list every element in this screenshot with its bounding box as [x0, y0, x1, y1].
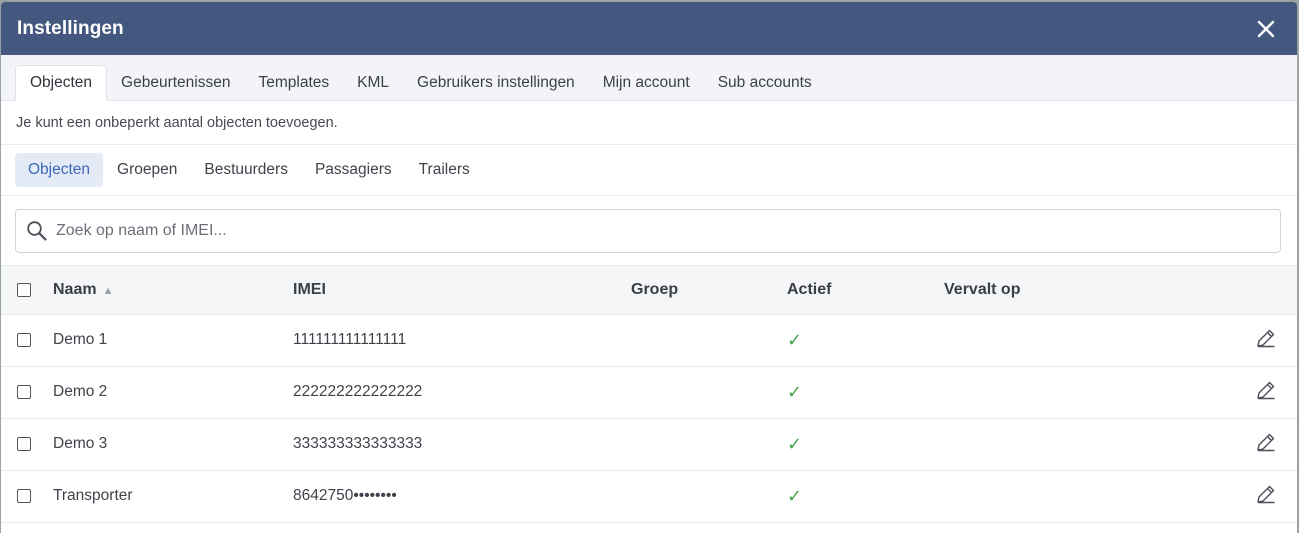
tab-gebeurtenissen[interactable]: Gebeurtenissen: [107, 65, 244, 100]
search-area: [1, 196, 1297, 266]
cell-groep: [631, 418, 787, 471]
subtab-groepen[interactable]: Groepen: [104, 153, 190, 187]
edit-button[interactable]: [1255, 483, 1277, 510]
active-check-icon: ✓: [787, 485, 803, 506]
pencil-icon: [1257, 433, 1275, 451]
search-input[interactable]: [56, 221, 1280, 240]
tab-mijn-account[interactable]: Mijn account: [589, 65, 704, 100]
active-check-icon: ✓: [787, 329, 803, 350]
cell-vervalt: [944, 470, 1237, 523]
tab-objecten[interactable]: Objecten: [15, 65, 108, 101]
search-icon: [27, 220, 47, 241]
dialog-title: Instellingen: [17, 17, 124, 39]
column-groep[interactable]: Groep: [631, 266, 787, 315]
pencil-icon: [1257, 485, 1275, 503]
cell-imei: 333333333333333: [293, 418, 631, 471]
column-actief[interactable]: Actief: [787, 266, 944, 315]
table-row: Transporter 8642750•••••••• ✓: [1, 470, 1297, 523]
cell-naam: Transporter: [53, 470, 293, 523]
row-checkbox[interactable]: [17, 332, 31, 347]
cell-vervalt: [944, 418, 1237, 471]
edit-button[interactable]: [1255, 379, 1277, 406]
edit-button[interactable]: [1255, 431, 1277, 458]
pencil-icon: [1257, 329, 1275, 347]
table-row: Demo 1 111111111111111 ✓: [1, 314, 1297, 367]
cell-naam: Demo 1: [53, 314, 293, 367]
tab-kml[interactable]: KML: [343, 65, 403, 100]
close-icon: [1257, 20, 1275, 37]
row-checkbox[interactable]: [17, 488, 31, 503]
row-checkbox[interactable]: [17, 436, 31, 451]
cell-imei: 111111111111111: [293, 314, 631, 367]
sort-asc-icon: ▲: [102, 284, 114, 297]
info-text: Je kunt een onbeperkt aantal objecten to…: [1, 101, 1297, 145]
column-vervalt-op[interactable]: Vervalt op: [944, 266, 1237, 315]
tab-sub-accounts[interactable]: Sub accounts: [704, 65, 826, 100]
pencil-icon: [1257, 381, 1275, 399]
tab-templates[interactable]: Templates: [244, 65, 343, 100]
table-header-row: Naam ▲ IMEI Groep Actief Vervalt op: [1, 266, 1297, 315]
column-naam[interactable]: Naam ▲: [53, 266, 293, 315]
active-check-icon: ✓: [787, 433, 803, 454]
objects-table: Naam ▲ IMEI Groep Actief Vervalt op Demo …: [1, 266, 1297, 523]
cell-naam: Demo 3: [53, 418, 293, 471]
subtab-bestuurders[interactable]: Bestuurders: [191, 153, 301, 187]
table-row: Demo 2 222222222222222 ✓: [1, 366, 1297, 419]
cell-imei: 222222222222222: [293, 366, 631, 419]
tab-gebruikers-instellingen[interactable]: Gebruikers instellingen: [403, 65, 589, 100]
dialog-titlebar: Instellingen: [1, 2, 1297, 55]
subtab-objecten[interactable]: Objecten: [15, 153, 104, 187]
row-checkbox[interactable]: [17, 384, 31, 399]
active-check-icon: ✓: [787, 381, 803, 402]
cell-groep: [631, 314, 787, 367]
cell-imei: 8642750••••••••: [293, 470, 631, 523]
settings-dialog: Instellingen Objecten Gebeurtenissen Tem…: [1, 2, 1297, 533]
search-box: [15, 208, 1281, 253]
select-all-checkbox[interactable]: [17, 282, 31, 297]
main-tabs: Objecten Gebeurtenissen Templates KML Ge…: [1, 55, 1297, 101]
subtab-passagiers[interactable]: Passagiers: [302, 153, 405, 187]
cell-vervalt: [944, 314, 1237, 367]
cell-vervalt: [944, 366, 1237, 419]
cell-groep: [631, 366, 787, 419]
subtab-trailers[interactable]: Trailers: [406, 153, 483, 187]
cell-naam: Demo 2: [53, 366, 293, 419]
close-button[interactable]: [1251, 14, 1281, 44]
edit-button[interactable]: [1255, 327, 1277, 354]
cell-groep: [631, 470, 787, 523]
table-row: Demo 3 333333333333333 ✓: [1, 418, 1297, 471]
column-imei[interactable]: IMEI: [293, 266, 631, 315]
sub-tabs: Objecten Groepen Bestuurders Passagiers …: [1, 145, 1297, 196]
